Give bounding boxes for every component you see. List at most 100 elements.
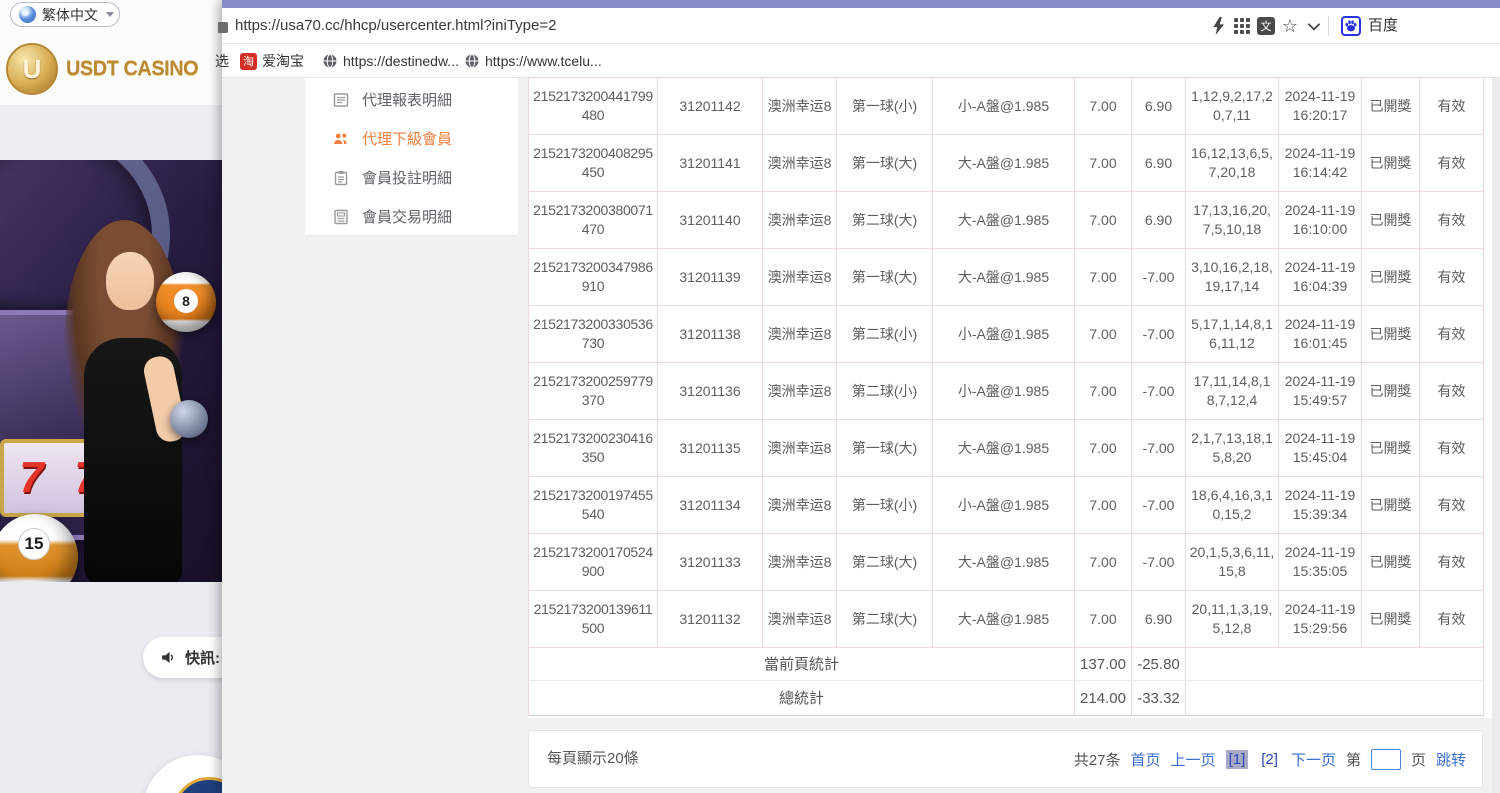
cell-result: -7.00: [1132, 534, 1186, 591]
bet-records-table: 215217320044179948031201142澳洲幸运8第一球(小)小-…: [528, 77, 1484, 716]
cell-time: 2024-11-19 16:14:42: [1279, 135, 1362, 192]
page-number-links: [1] [2]: [1226, 750, 1281, 769]
floating-badge-logo: [172, 777, 222, 793]
cell-status: 已開獎: [1362, 306, 1420, 363]
table-row: 215217320013961150031201132澳洲幸运8第二球(大)大-…: [529, 591, 1484, 648]
cell-valid: 有效: [1420, 420, 1484, 477]
cell-play: 第一球(大): [837, 135, 933, 192]
cell-status: 已開獎: [1362, 591, 1420, 648]
marquee-label: 快訊:: [185, 647, 220, 668]
cell-content: 小-A盤@1.985: [933, 363, 1075, 420]
bookmark-item-taobao[interactable]: 淘 爱淘宝: [240, 44, 304, 78]
cell-status: 已開獎: [1362, 192, 1420, 249]
cell-content: 大-A盤@1.985: [933, 534, 1075, 591]
cell-numbers: 20,1,5,3,6,11,15,8: [1186, 534, 1279, 591]
url-input[interactable]: https://usa70.cc/hhcp/usercenter.html?in…: [235, 8, 556, 44]
cell-status: 已開獎: [1362, 420, 1420, 477]
bet-table-body: 215217320044179948031201142澳洲幸运8第一球(小)小-…: [529, 78, 1484, 648]
cell-amount: 7.00: [1075, 591, 1132, 648]
cell-amount: 7.00: [1075, 420, 1132, 477]
cell-numbers: 18,6,4,16,3,10,15,2: [1186, 477, 1279, 534]
bookmark-label: 爱淘宝: [262, 51, 304, 71]
sidebar-item-member-transactions[interactable]: 會員交易明細: [305, 197, 518, 236]
translate-icon[interactable]: 文: [1257, 17, 1275, 35]
cell-status: 已開獎: [1362, 135, 1420, 192]
cell-lottery: 澳洲幸运8: [763, 534, 837, 591]
cell-bet_id: 2152173200330536730: [529, 306, 658, 363]
sidebar-item-label: 會員投註明細: [362, 167, 452, 188]
cell-status: 已開獎: [1362, 78, 1420, 135]
cell-valid: 有效: [1420, 78, 1484, 135]
document-list-icon: [333, 209, 349, 225]
cell-content: 大-A盤@1.985: [933, 591, 1075, 648]
coin-monogram: U: [23, 54, 42, 85]
cell-play: 第一球(小): [837, 78, 933, 135]
table-row: 215217320019745554031201134澳洲幸运8第一球(小)小-…: [529, 477, 1484, 534]
sidebar-item-member-bets[interactable]: 會員投註明細: [305, 158, 518, 197]
toolbar-divider: [1328, 16, 1329, 36]
jump-action-link[interactable]: 跳转: [1436, 749, 1466, 770]
cell-lottery: 澳洲幸运8: [763, 306, 837, 363]
cell-content: 大-A盤@1.985: [933, 135, 1075, 192]
table-row: 215217320033053673031201138澳洲幸运8第二球(小)小-…: [529, 306, 1484, 363]
sidebar-item-label: 代理報表明細: [362, 89, 452, 110]
casino-header-band: [0, 105, 222, 160]
coin-logo-icon: U: [6, 43, 58, 95]
cell-content: 小-A盤@1.985: [933, 477, 1075, 534]
casino-logo-text: USDT CASINO: [66, 57, 198, 81]
cell-bet_id: 2152173200380071470: [529, 192, 658, 249]
bookmark-item-destined[interactable]: https://destinedw...: [322, 44, 459, 78]
page-link[interactable]: [2]: [1258, 750, 1281, 769]
sidebar-item-label: 會員交易明細: [362, 206, 452, 227]
cell-valid: 有效: [1420, 192, 1484, 249]
sidebar-item-agent-members[interactable]: 代理下級會員: [305, 119, 518, 158]
bookmark-item-cut[interactable]: 选: [215, 44, 229, 78]
page-summary-result: -25.80: [1132, 648, 1186, 681]
page-scrollbar[interactable]: [1492, 78, 1500, 793]
table-row: 215217320017052490031201133澳洲幸运8第二球(大)大-…: [529, 534, 1484, 591]
cell-play: 第一球(小): [837, 477, 933, 534]
total-summary-row: 總統計 214.00 -33.32: [529, 681, 1484, 716]
first-page-link[interactable]: 首页: [1131, 749, 1161, 770]
cell-numbers: 2,1,7,13,18,15,8,20: [1186, 420, 1279, 477]
cell-amount: 7.00: [1075, 534, 1132, 591]
cell-result: -7.00: [1132, 249, 1186, 306]
cell-time: 2024-11-19 16:01:45: [1279, 306, 1362, 363]
baidu-paw-icon[interactable]: [1341, 16, 1361, 36]
total-summary-spacer: [1186, 681, 1484, 716]
cell-issue: 31201139: [658, 249, 763, 306]
globe-icon: [464, 53, 480, 69]
cell-lottery: 澳洲幸运8: [763, 363, 837, 420]
sidebar-item-agent-report[interactable]: 代理報表明細: [305, 80, 518, 119]
cell-issue: 31201135: [658, 420, 763, 477]
language-selector[interactable]: 繁体中文: [10, 2, 120, 27]
bookmark-label: https://destinedw...: [343, 53, 459, 69]
billiard-ball-8: 8: [156, 272, 216, 332]
cell-amount: 7.00: [1075, 78, 1132, 135]
quick-access-icon[interactable]: [1210, 17, 1228, 35]
cell-lottery: 澳洲幸运8: [763, 78, 837, 135]
cell-bet_id: 2152173200441799480: [529, 78, 658, 135]
cell-issue: 31201142: [658, 78, 763, 135]
chevron-down-icon[interactable]: [1305, 17, 1323, 35]
bookmark-item-tcelu[interactable]: https://www.tcelu...: [464, 44, 602, 78]
next-page-link[interactable]: 下一页: [1291, 749, 1336, 770]
jump-page-input[interactable]: [1371, 749, 1401, 770]
bookmarks-bar: 选 淘 爱淘宝 https://destinedw... https://www…: [222, 44, 1500, 78]
current-page-link[interactable]: [1]: [1226, 750, 1249, 769]
cell-amount: 7.00: [1075, 477, 1132, 534]
prev-page-link[interactable]: 上一页: [1171, 749, 1216, 770]
bookmark-star-icon[interactable]: ☆: [1281, 17, 1299, 35]
cell-valid: 有效: [1420, 534, 1484, 591]
cell-valid: 有效: [1420, 591, 1484, 648]
extensions-grid-icon[interactable]: [1233, 17, 1251, 35]
cell-numbers: 16,12,13,6,5,7,20,18: [1186, 135, 1279, 192]
cell-amount: 7.00: [1075, 306, 1132, 363]
report-icon: [333, 92, 349, 108]
cell-play: 第二球(小): [837, 363, 933, 420]
cell-result: -7.00: [1132, 306, 1186, 363]
cell-time: 2024-11-19 15:29:56: [1279, 591, 1362, 648]
cell-play: 第二球(大): [837, 591, 933, 648]
table-row: 215217320034798691031201139澳洲幸运8第一球(大)大-…: [529, 249, 1484, 306]
baidu-label[interactable]: 百度: [1368, 8, 1398, 44]
